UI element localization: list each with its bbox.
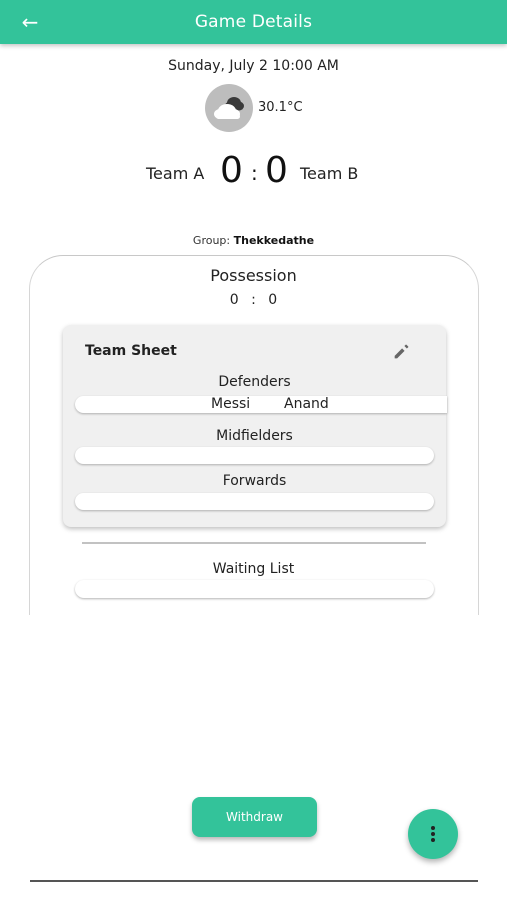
player-chip[interactable]: Messi: [211, 396, 250, 413]
group-name: Thekkedathe: [233, 234, 315, 247]
bottom-divider: [30, 880, 478, 882]
team-a-name: Team A: [146, 164, 205, 183]
defenders-list: Messi Anand: [75, 396, 447, 413]
player-chip[interactable]: Anand: [284, 396, 329, 413]
possession-value: 0 : 0: [229, 292, 278, 308]
midfielders-list: [75, 447, 434, 464]
group-label: Group:: [192, 234, 231, 247]
forwards-list: [75, 493, 434, 510]
back-button[interactable]: ←: [18, 10, 42, 34]
more-options-button[interactable]: [408, 809, 458, 859]
score-separator: :: [251, 161, 258, 185]
team-b-name: Team B: [300, 164, 359, 183]
possession-title: Possession: [210, 266, 297, 285]
team-a-score: 0: [220, 150, 243, 191]
more-vertical-icon: [431, 826, 435, 842]
app-bar: ← Game Details: [0, 0, 507, 44]
team-b-score: 0: [265, 150, 288, 191]
weather-badge: [205, 84, 253, 132]
forwards-label: Forwards: [222, 473, 287, 489]
game-datetime: Sunday, July 2 10:00 AM: [168, 58, 339, 74]
arrow-left-icon: ←: [21, 10, 39, 34]
pencil-icon: [394, 344, 409, 359]
edit-team-sheet-button[interactable]: [391, 340, 413, 362]
group-info: Group: Thekkedathe: [0, 234, 507, 247]
waiting-list: [75, 580, 434, 598]
defenders-label: Defenders: [218, 374, 291, 390]
scoreboard: Team A 0 : 0 Team B: [0, 150, 507, 198]
withdraw-button[interactable]: Withdraw: [192, 797, 317, 837]
waiting-list-label: Waiting List: [212, 561, 295, 577]
team-sheet-title: Team Sheet: [85, 343, 177, 359]
midfielders-label: Midfielders: [216, 428, 293, 444]
temperature: 30.1°C: [258, 100, 303, 115]
page-title: Game Details: [194, 12, 313, 32]
team-sheet-card: Team Sheet Defenders Messi Anand Midfiel…: [63, 325, 447, 527]
cloud-icon: [214, 97, 244, 119]
divider: [82, 542, 426, 544]
